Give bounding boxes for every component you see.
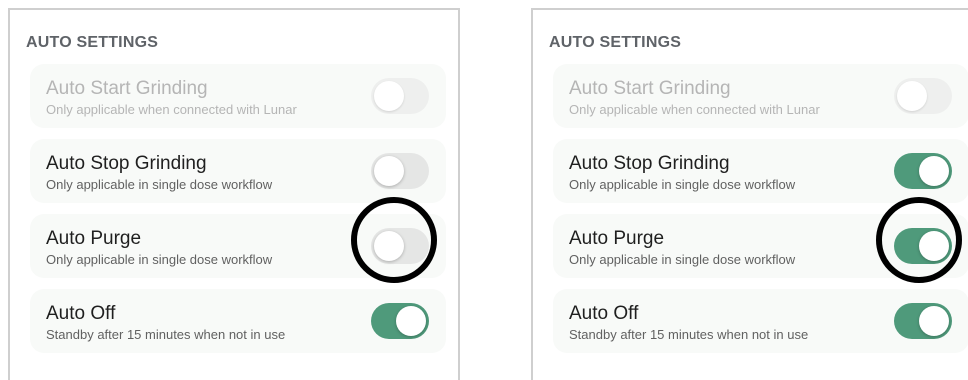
setting-title: Auto Start Grinding: [46, 78, 208, 99]
auto-purge-toggle[interactable]: [371, 228, 429, 264]
auto-off-toggle[interactable]: [371, 303, 429, 339]
setting-title: Auto Purge: [46, 228, 142, 249]
auto-start-grinding-toggle[interactable]: [894, 78, 952, 114]
section-title: AUTO SETTINGS: [26, 34, 159, 51]
toggle-knob: [374, 156, 404, 186]
auto-start-grinding-toggle[interactable]: [371, 78, 429, 114]
setting-row-auto-stop-grinding: Auto Stop Grinding Only applicable in si…: [553, 139, 968, 203]
setting-row-auto-start-grinding: Auto Start Grinding Only applicable when…: [553, 64, 968, 128]
setting-subtitle: Only applicable in single dose workflow: [569, 177, 796, 192]
setting-subtitle: Only applicable in single dose workflow: [46, 252, 273, 267]
auto-stop-grinding-toggle[interactable]: [894, 153, 952, 189]
toggle-knob: [897, 81, 927, 111]
setting-subtitle: Standby after 15 minutes when not in use: [569, 327, 809, 342]
setting-row-auto-off: Auto Off Standby after 15 minutes when n…: [30, 289, 446, 353]
setting-subtitle: Only applicable in single dose workflow: [46, 177, 273, 192]
setting-title: Auto Start Grinding: [569, 78, 731, 99]
toggle-knob: [919, 306, 949, 336]
setting-title: Auto Stop Grinding: [569, 153, 730, 174]
section-title: AUTO SETTINGS: [549, 34, 682, 51]
auto-purge-toggle[interactable]: [894, 228, 952, 264]
settings-panel-before: AUTO SETTINGS Auto Start Grinding Only a…: [8, 8, 460, 380]
toggle-knob: [919, 231, 949, 261]
toggle-knob: [919, 156, 949, 186]
setting-subtitle: Only applicable when connected with Luna…: [569, 102, 820, 117]
setting-title: Auto Stop Grinding: [46, 153, 207, 174]
toggle-knob: [374, 231, 404, 261]
setting-title: Auto Purge: [569, 228, 665, 249]
setting-subtitle: Standby after 15 minutes when not in use: [46, 327, 286, 342]
setting-row-auto-start-grinding: Auto Start Grinding Only applicable when…: [30, 64, 446, 128]
setting-subtitle: Only applicable when connected with Luna…: [46, 102, 297, 117]
setting-subtitle: Only applicable in single dose workflow: [569, 252, 796, 267]
settings-panel-after: AUTO SETTINGS Auto Start Grinding Only a…: [531, 8, 968, 380]
setting-row-auto-purge: Auto Purge Only applicable in single dos…: [553, 214, 968, 278]
setting-row-auto-stop-grinding: Auto Stop Grinding Only applicable in si…: [30, 139, 446, 203]
setting-row-auto-off: Auto Off Standby after 15 minutes when n…: [553, 289, 968, 353]
setting-row-auto-purge: Auto Purge Only applicable in single dos…: [30, 214, 446, 278]
toggle-knob: [374, 81, 404, 111]
setting-title: Auto Off: [569, 303, 639, 324]
auto-off-toggle[interactable]: [894, 303, 952, 339]
auto-stop-grinding-toggle[interactable]: [371, 153, 429, 189]
setting-title: Auto Off: [46, 303, 116, 324]
toggle-knob: [396, 306, 426, 336]
